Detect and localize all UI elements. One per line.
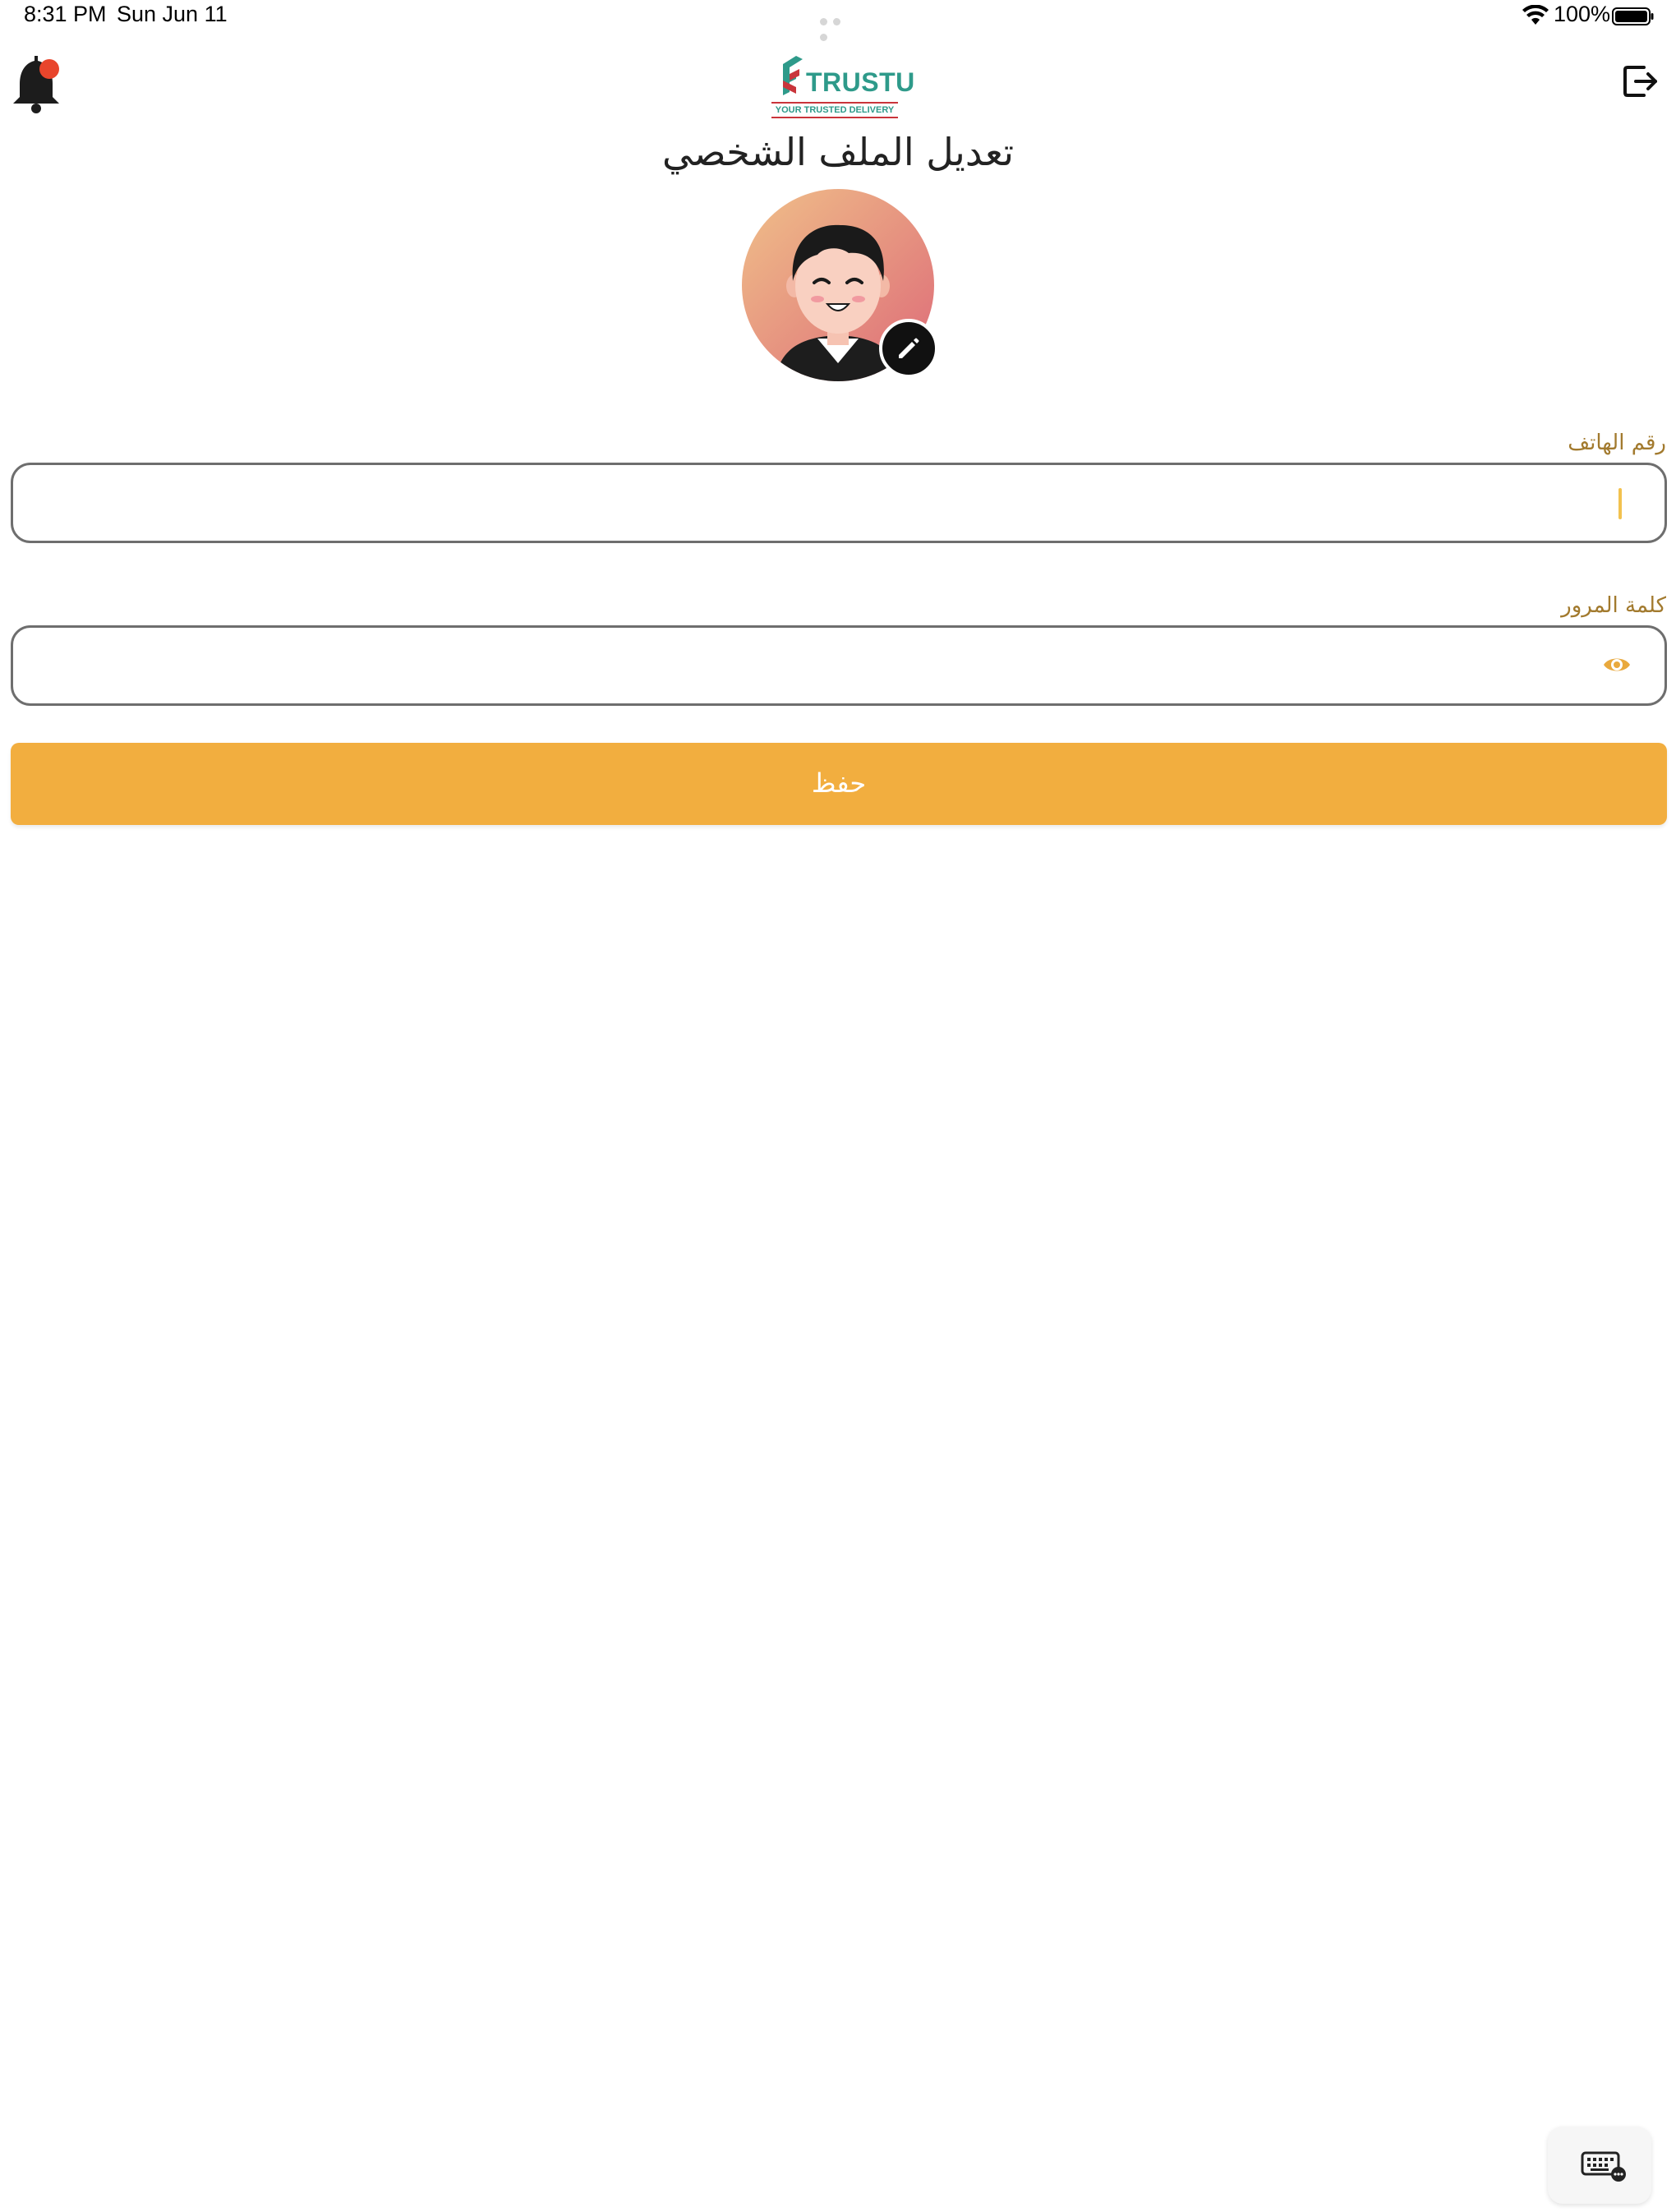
logo-tagline: YOUR TRUSTED DELIVERY	[771, 102, 898, 118]
bell-icon[interactable]	[10, 51, 64, 115]
status-date: Sun Jun 11	[117, 2, 228, 26]
page-title: تعديل الملف الشخصي	[661, 130, 1014, 174]
status-bar: 8:31 PM Sun Jun 11 100%	[0, 0, 1676, 41]
battery-percent: 100%	[1554, 2, 1611, 26]
phone-label: رقم الهاتف	[1568, 431, 1666, 455]
battery-icon	[1612, 7, 1654, 25]
app-logo: TRUSTU YOUR TRUSTED DELIVERY	[768, 54, 914, 122]
text-cursor	[1618, 488, 1622, 519]
password-field[interactable]	[11, 625, 1667, 706]
eye-icon[interactable]	[1602, 652, 1632, 677]
wifi-icon	[1522, 5, 1549, 25]
save-button[interactable]: حفظ	[11, 743, 1667, 825]
keyboard-toggle-button[interactable]	[1548, 2127, 1651, 2204]
phone-field[interactable]	[11, 463, 1667, 543]
status-time: 8:31 PM	[24, 2, 107, 26]
password-label: كلمة المرور	[1561, 593, 1666, 618]
pencil-icon	[899, 338, 919, 358]
logo-mark	[783, 56, 803, 95]
multitasking-dots[interactable]	[820, 13, 858, 41]
save-button-label: حفظ	[811, 767, 867, 799]
edit-avatar-button[interactable]	[879, 319, 938, 378]
logo-wordmark: TRUSTU	[806, 67, 915, 97]
logout-icon[interactable]	[1623, 64, 1659, 99]
keyboard-icon	[1581, 2151, 1626, 2182]
